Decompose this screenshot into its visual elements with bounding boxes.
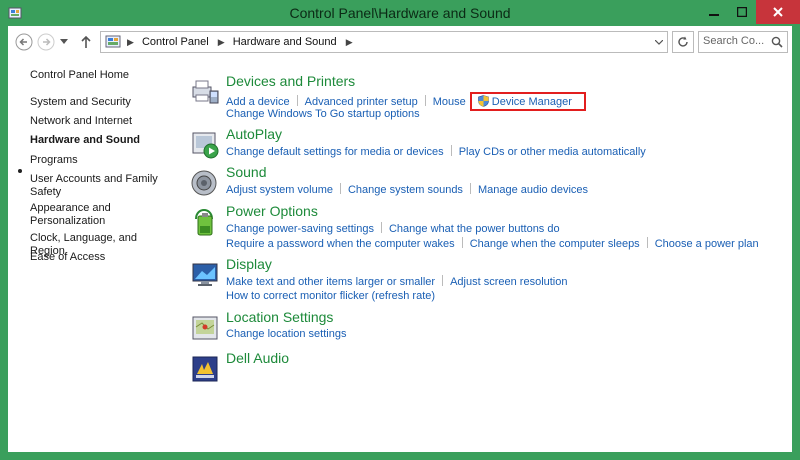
link-divider xyxy=(646,237,648,248)
link-divider xyxy=(380,222,382,233)
control-panel-window: Control Panel\Hardware and Sound ▶ Contr… xyxy=(0,0,800,460)
search-input[interactable] xyxy=(703,35,767,47)
display-links-row-1: Make text and other items larger or smal… xyxy=(226,275,568,288)
link-divider xyxy=(339,183,341,194)
device-manager-highlight[interactable]: Device Manager xyxy=(469,92,586,111)
chevron-down-icon xyxy=(60,39,68,44)
change-power-buttons-link[interactable]: Change what the power buttons do xyxy=(389,223,560,235)
back-button[interactable] xyxy=(14,32,34,52)
display-title[interactable]: Display xyxy=(226,256,272,272)
refresh-icon xyxy=(678,36,688,47)
window-client-area: ▶ Control Panel ▶ Hardware and Sound ▶ C… xyxy=(8,26,792,452)
address-dropdown-icon[interactable] xyxy=(655,40,663,45)
up-button[interactable] xyxy=(76,32,96,52)
require-password-on-wake-link[interactable]: Require a password when the computer wak… xyxy=(226,238,455,250)
devices-and-printers-icon[interactable] xyxy=(190,77,220,107)
link-divider xyxy=(461,237,463,248)
search-icon[interactable] xyxy=(771,36,783,48)
back-arrow-icon xyxy=(15,33,33,51)
advanced-printer-setup-link[interactable]: Advanced printer setup xyxy=(305,96,418,108)
adjust-system-volume-link[interactable]: Adjust system volume xyxy=(226,184,333,196)
adjust-screen-resolution-link[interactable]: Adjust screen resolution xyxy=(450,276,567,288)
manage-audio-devices-link[interactable]: Manage audio devices xyxy=(478,184,588,196)
navigation-bar: ▶ Control Panel ▶ Hardware and Sound ▶ xyxy=(8,26,792,58)
devices-and-printers-title[interactable]: Devices and Printers xyxy=(226,73,355,89)
nav-network-and-internet[interactable]: Network and Internet xyxy=(30,115,170,128)
close-icon xyxy=(773,7,783,17)
autoplay-links-row: Change default settings for media or dev… xyxy=(226,145,646,158)
minimize-button[interactable] xyxy=(700,0,728,24)
change-windows-to-go-startup-options-link[interactable]: Change Windows To Go startup options xyxy=(226,108,420,120)
devices-links-row-2: Change Windows To Go startup options xyxy=(226,108,420,120)
change-system-sounds-link[interactable]: Change system sounds xyxy=(348,184,463,196)
refresh-button[interactable] xyxy=(672,31,694,53)
breadcrumb-control-panel[interactable]: Control Panel xyxy=(142,36,209,48)
category-list: Devices and Printers Add a device Advance… xyxy=(188,58,792,452)
add-a-device-link[interactable]: Add a device xyxy=(226,96,290,108)
current-page-bullet xyxy=(18,169,22,173)
choose-a-power-plan-link[interactable]: Choose a power plan xyxy=(655,238,759,250)
change-power-saving-settings-link[interactable]: Change power-saving settings xyxy=(226,223,374,235)
nav-system-and-security[interactable]: System and Security xyxy=(30,96,170,109)
power-options-title[interactable]: Power Options xyxy=(226,203,318,219)
nav-hardware-and-sound[interactable]: Hardware and Sound xyxy=(30,134,170,147)
control-panel-location-icon xyxy=(105,35,121,48)
forward-arrow-icon xyxy=(37,33,55,51)
display-monitor-icon[interactable] xyxy=(190,260,220,290)
nav-ease-of-access[interactable]: Ease of Access xyxy=(30,251,170,264)
link-divider xyxy=(424,95,426,106)
left-navigation-pane: Control Panel Home System and Security N… xyxy=(8,58,188,452)
window-title: Control Panel\Hardware and Sound xyxy=(289,5,511,21)
play-cds-automatically-link[interactable]: Play CDs or other media automatically xyxy=(459,146,646,158)
nav-appearance-and-personalization[interactable]: Appearance and Personalization xyxy=(30,202,130,228)
correct-monitor-flicker-link[interactable]: How to correct monitor flicker (refresh … xyxy=(226,290,435,302)
close-button[interactable] xyxy=(756,0,800,24)
sound-title[interactable]: Sound xyxy=(226,164,266,180)
minimize-icon xyxy=(709,14,719,16)
title-bar[interactable]: Control Panel\Hardware and Sound xyxy=(0,0,800,26)
autoplay-icon[interactable] xyxy=(190,130,220,160)
power-links-row-1: Change power-saving settings Change what … xyxy=(226,222,560,235)
breadcrumb-separator-icon[interactable]: ▶ xyxy=(127,37,134,48)
up-arrow-icon xyxy=(81,35,91,48)
maximize-icon xyxy=(737,7,747,17)
location-settings-title[interactable]: Location Settings xyxy=(226,309,333,325)
nav-user-accounts-and-family-safety[interactable]: User Accounts and Family Safety xyxy=(30,173,158,199)
forward-button[interactable] xyxy=(36,32,56,52)
nav-programs[interactable]: Programs xyxy=(30,154,170,167)
link-divider xyxy=(296,95,298,106)
power-options-battery-icon[interactable] xyxy=(190,207,220,237)
breadcrumb-hardware-and-sound[interactable]: Hardware and Sound xyxy=(233,36,337,48)
change-when-computer-sleeps-link[interactable]: Change when the computer sleeps xyxy=(470,238,640,250)
device-manager-link[interactable]: Device Manager xyxy=(492,96,572,108)
sound-links-row: Adjust system volume Change system sounds… xyxy=(226,183,588,196)
location-links-row: Change location settings xyxy=(226,328,346,340)
link-divider xyxy=(442,275,444,286)
display-links-row-2: How to correct monitor flicker (refresh … xyxy=(226,290,435,302)
recent-locations-button[interactable] xyxy=(58,32,70,52)
control-panel-home-link[interactable]: Control Panel Home xyxy=(30,69,170,82)
breadcrumb-separator-icon[interactable]: ▶ xyxy=(346,37,353,48)
breadcrumb: ▶ Control Panel ▶ Hardware and Sound ▶ xyxy=(125,36,358,48)
location-settings-icon[interactable] xyxy=(190,313,220,343)
search-box[interactable] xyxy=(698,31,788,53)
link-divider xyxy=(450,145,452,156)
shield-icon xyxy=(477,95,489,107)
link-divider xyxy=(469,183,471,194)
address-bar[interactable]: ▶ Control Panel ▶ Hardware and Sound ▶ xyxy=(100,31,668,53)
change-location-settings-link[interactable]: Change location settings xyxy=(226,328,346,340)
autoplay-title[interactable]: AutoPlay xyxy=(226,126,282,142)
dell-audio-title[interactable]: Dell Audio xyxy=(226,350,289,366)
maximize-button[interactable] xyxy=(728,0,756,24)
breadcrumb-separator-icon[interactable]: ▶ xyxy=(218,37,225,48)
make-text-larger-or-smaller-link[interactable]: Make text and other items larger or smal… xyxy=(226,276,435,288)
speaker-icon[interactable] xyxy=(190,168,220,198)
mouse-link[interactable]: Mouse xyxy=(433,96,466,108)
dell-audio-icon[interactable] xyxy=(190,354,220,384)
change-default-settings-for-media-link[interactable]: Change default settings for media or dev… xyxy=(226,146,444,158)
power-links-row-2: Require a password when the computer wak… xyxy=(226,237,759,250)
